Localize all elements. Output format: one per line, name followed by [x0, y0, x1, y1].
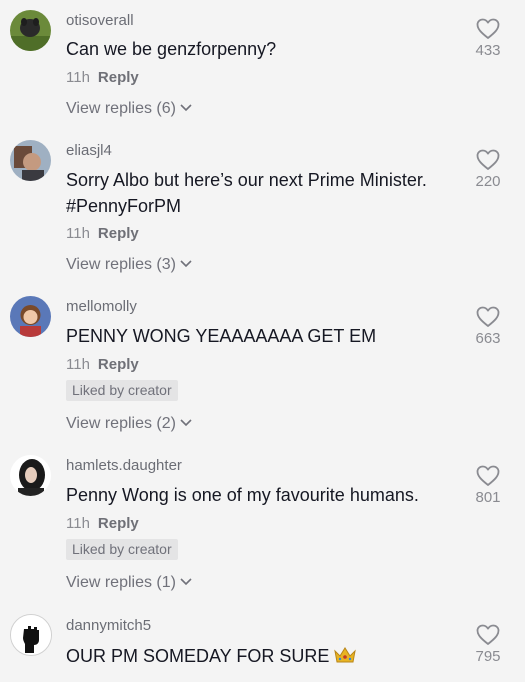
- comment-time: 11h: [66, 225, 90, 242]
- view-replies-label: View replies (3): [66, 256, 176, 273]
- like-count: 433: [475, 42, 501, 59]
- comment-text: Can we be genzforpenny?: [66, 39, 277, 59]
- raised-fist-icon: [11, 615, 51, 655]
- like-count: 220: [475, 173, 501, 190]
- view-replies-label: View replies (6): [66, 100, 176, 117]
- heart-icon: [476, 149, 500, 170]
- view-replies-button[interactable]: View replies (3): [66, 256, 192, 274]
- view-replies-label: View replies (2): [66, 415, 176, 432]
- view-replies-button[interactable]: View replies (1): [66, 574, 192, 592]
- heart-icon: [476, 18, 500, 39]
- comment-meta: 11h Reply: [66, 356, 139, 373]
- comment-text: OUR PM SOMEDAY FOR SURE: [66, 643, 461, 669]
- comment-username[interactable]: mellomolly: [66, 298, 137, 315]
- chevron-down-icon: [180, 260, 192, 268]
- comment-meta: 11h Reply: [66, 225, 139, 242]
- avatar[interactable]: [10, 10, 51, 51]
- comment-meta: 11h Reply: [66, 69, 139, 86]
- reply-button[interactable]: Reply: [98, 356, 139, 373]
- avatar[interactable]: [10, 455, 51, 496]
- avatar[interactable]: [10, 140, 51, 181]
- chevron-down-icon: [180, 578, 192, 586]
- heart-icon: [476, 624, 500, 645]
- avatar[interactable]: [10, 614, 52, 656]
- comment-username[interactable]: eliasjl4: [66, 142, 112, 159]
- like-button[interactable]: 433: [470, 18, 506, 59]
- comment-time: 11h: [66, 69, 90, 86]
- comment-username[interactable]: otisoverall: [66, 12, 134, 29]
- comment-time: 11h: [66, 515, 90, 532]
- chevron-down-icon: [180, 104, 192, 112]
- like-button[interactable]: 801: [470, 465, 506, 506]
- avatar[interactable]: [10, 296, 51, 337]
- comment-text: PENNY WONG YEAAAAAAA GET EM: [66, 326, 377, 346]
- heart-icon: [476, 306, 500, 327]
- view-replies-label: View replies (1): [66, 574, 176, 591]
- like-button[interactable]: 220: [470, 149, 506, 190]
- liked-by-creator-badge: Liked by creator: [66, 380, 178, 401]
- like-count: 801: [475, 489, 501, 506]
- crown-icon: [334, 647, 357, 663]
- comment-text: Sorry Albo but here’s our next Prime Min…: [66, 170, 427, 216]
- reply-button[interactable]: Reply: [98, 515, 139, 532]
- comment-text: Penny Wong is one of my favourite humans…: [66, 485, 419, 505]
- comment-meta: 11h Reply: [66, 515, 139, 532]
- heart-icon: [476, 465, 500, 486]
- view-replies-button[interactable]: View replies (2): [66, 415, 192, 433]
- comment-username[interactable]: hamlets.daughter: [66, 457, 182, 474]
- like-button[interactable]: 795: [470, 624, 506, 665]
- view-replies-button[interactable]: View replies (6): [66, 100, 192, 118]
- comment-time: 11h: [66, 356, 90, 373]
- comment-username[interactable]: dannymitch5: [66, 617, 151, 634]
- liked-by-creator-badge: Liked by creator: [66, 539, 178, 560]
- reply-button[interactable]: Reply: [98, 225, 139, 242]
- like-count: 663: [475, 330, 501, 347]
- like-count: 795: [475, 648, 501, 665]
- like-button[interactable]: 663: [470, 306, 506, 347]
- comment-text-content: OUR PM SOMEDAY FOR SURE: [66, 646, 330, 666]
- chevron-down-icon: [180, 419, 192, 427]
- reply-button[interactable]: Reply: [98, 69, 139, 86]
